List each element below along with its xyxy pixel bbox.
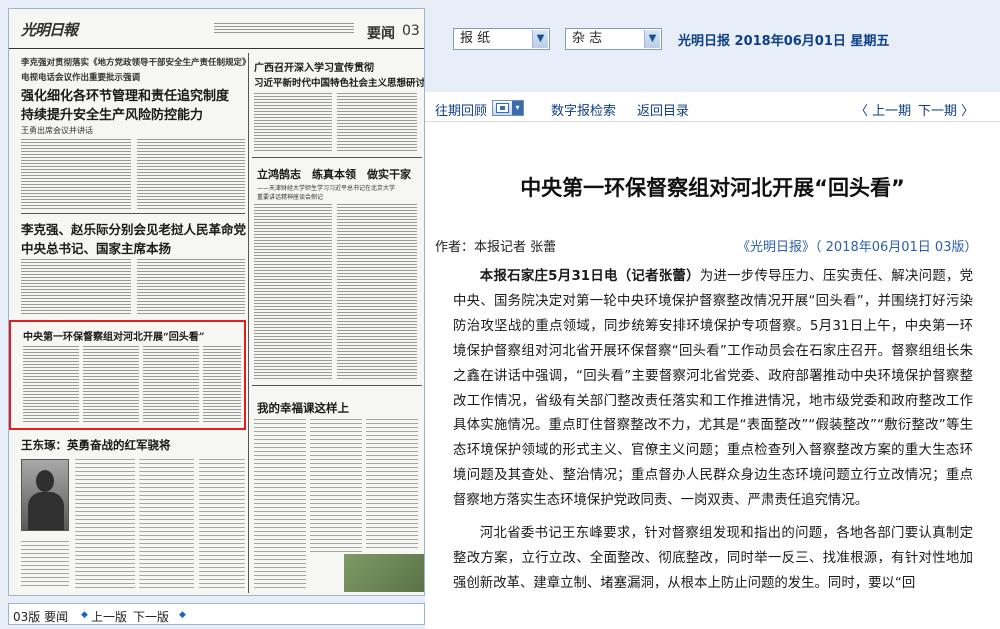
article-text-block xyxy=(337,93,417,153)
column-divider xyxy=(252,157,422,158)
chevron-down-icon: ▼ xyxy=(532,30,548,48)
headline-meeting-2[interactable]: 中央总书记、国家主席本扬 xyxy=(21,238,171,257)
article-dateline: 本报石家庄5月31日电（记者张蕾） xyxy=(479,269,700,284)
article-text-block xyxy=(310,419,362,554)
chevron-down-icon: ▾ xyxy=(512,101,523,115)
search-link[interactable]: 数字报检索 xyxy=(551,100,616,119)
article-panel: 报 纸 ▼ 杂 志 ▼ 光明日报 2018年06月01日 星期五 往期回顾 ▾ … xyxy=(425,0,1000,629)
headline-tianjin-2[interactable]: ——天津财经大学师生学习习近平总书记在北京大学 xyxy=(257,183,395,192)
headline-happiness-class[interactable]: 我的幸福课这样上 xyxy=(257,400,349,416)
page-number: 03 xyxy=(402,23,420,39)
article-paragraph-text: 为进一步传导压力、压实责任、解决问题，党中央、国务院决定对第一轮中央环境保护督察… xyxy=(453,269,974,509)
article-text-block xyxy=(203,346,241,424)
newspaper-select[interactable]: 报 纸 ▼ xyxy=(453,28,550,50)
headline-sub[interactable]: 王勇出席会议并讲话 xyxy=(21,125,93,136)
article-text-block xyxy=(21,541,69,589)
article-paragraph: 本报石家庄5月31日电（记者张蕾）为进一步传导压力、压实责任、解决问题，党中央、… xyxy=(453,265,973,514)
newspaper-panel: 光明日報 要闻 03 李克强对贯彻落实《地方党政领导干部安全生产责任制规定》 电… xyxy=(0,0,425,629)
article-title: 中央第一环保督察组对河北开展“回头看” xyxy=(520,176,905,200)
magazine-select[interactable]: 杂 志 ▼ xyxy=(565,28,662,50)
illustration-image xyxy=(344,554,424,592)
page-navigation-bar: 03版 要闻 ◆ 上一版 下一版 ◆ xyxy=(8,603,425,625)
article-body: 本报石家庄5月31日电（记者张蕾）为进一步传导压力、压实责任、解决问题，党中央、… xyxy=(453,265,973,605)
page-section-name: 要闻 xyxy=(367,26,395,42)
calendar-picker-button[interactable]: ▾ xyxy=(492,100,524,116)
article-paragraph: 河北省委书记王东峰要求，针对督察组发现和指出的问题，各地各部门要认真制定整改方案… xyxy=(453,526,973,591)
next-issue-link[interactable]: 下一期 〉 xyxy=(918,100,974,119)
issue-date: 光明日报 2018年06月01日 星期五 xyxy=(678,34,890,49)
article-text-block xyxy=(137,139,245,209)
article-text-block xyxy=(139,459,194,589)
magazine-select-value: 杂 志 xyxy=(572,31,603,46)
current-page-label: 03版 要闻 xyxy=(13,610,69,624)
headline-guangxi-2[interactable]: 习近平新时代中国特色社会主义思想研讨会 xyxy=(254,75,424,89)
article-text-block xyxy=(21,259,131,314)
article-text-block xyxy=(254,93,332,153)
selected-article-highlight[interactable]: 中央第一环保督察组对河北开展“回头看” xyxy=(9,320,246,430)
article-text-block xyxy=(254,419,306,589)
article-text-block xyxy=(83,346,139,424)
past-issues-link[interactable]: 往期回顾 xyxy=(435,100,487,119)
article-text-block xyxy=(23,346,79,424)
toolbar: 往期回顾 ▾ 数字报检索 返回目录 〈 上一期 下一期 〉 xyxy=(425,92,1000,122)
article-text-block xyxy=(21,139,131,209)
article-source: 《光明日报》（ 2018年06月01日 03版） xyxy=(737,240,978,255)
article-text-block xyxy=(254,204,332,379)
article-text-block xyxy=(75,459,135,589)
headline-main-1[interactable]: 强化细化各环节管理和责任追究制度 xyxy=(21,85,229,104)
article-text-block xyxy=(199,459,245,589)
headline-selected-article: 中央第一环保督察组对河北开展“回头看” xyxy=(23,332,205,343)
chevron-down-icon: ▼ xyxy=(644,30,660,48)
headline-guangxi-1[interactable]: 广西召开深入学习宣传贯彻 xyxy=(254,59,374,74)
article-text-block xyxy=(143,346,199,424)
portrait-photo xyxy=(21,459,69,531)
next-page-arrow-icon: ◆ xyxy=(179,610,186,620)
next-page-link[interactable]: 下一版 xyxy=(133,608,169,625)
headline-kicker-2[interactable]: 电视电话会议作出重要批示强调 xyxy=(21,71,140,83)
article-text-block xyxy=(337,204,417,379)
masthead: 光明日報 要闻 03 xyxy=(9,9,424,49)
headline-tianjin-3[interactable]: 重要讲话精神座谈会侧记 xyxy=(257,192,323,201)
headline-profile[interactable]: 王东琢：英勇奋战的红军骁将 xyxy=(21,437,171,453)
article-text-block xyxy=(366,419,418,549)
calendar-icon xyxy=(496,103,509,113)
prev-page-arrow-icon: ◆ xyxy=(81,610,88,620)
headline-meeting-1[interactable]: 李克强、赵乐际分别会见老挝人民革命党 xyxy=(21,219,246,238)
column-divider xyxy=(21,213,245,214)
newspaper-page-image[interactable]: 光明日報 要闻 03 李克强对贯彻落实《地方党政领导干部安全生产责任制规定》 电… xyxy=(8,8,425,596)
article-byline: 作者：本报记者 张蕾 xyxy=(435,240,557,255)
newspaper-select-value: 报 纸 xyxy=(460,31,491,46)
prev-issue-link[interactable]: 〈 上一期 xyxy=(855,100,911,119)
headline-main-2[interactable]: 持续提升安全生产风险防控能力 xyxy=(21,104,203,123)
headline-kicker[interactable]: 李克强对贯彻落实《地方党政领导干部安全生产责任制规定》 xyxy=(21,56,251,68)
back-to-index-link[interactable]: 返回目录 xyxy=(637,100,689,119)
prev-page-link[interactable]: 上一版 xyxy=(91,608,127,625)
article-text-block xyxy=(137,259,245,314)
newspaper-logo: 光明日報 xyxy=(21,21,78,39)
top-bar: 报 纸 ▼ 杂 志 ▼ 光明日报 2018年06月01日 星期五 xyxy=(425,0,1000,92)
headline-tianjin-1[interactable]: 立鸿鹄志 练真本领 做实干家 xyxy=(257,166,411,182)
column-divider xyxy=(248,53,249,593)
masthead-info-lines xyxy=(214,23,354,33)
column-divider xyxy=(252,385,422,386)
